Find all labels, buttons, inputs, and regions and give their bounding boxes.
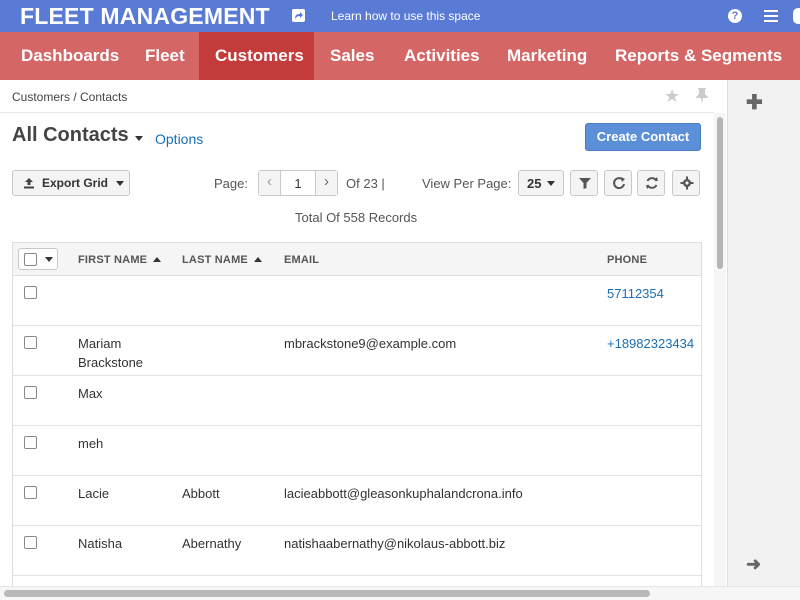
horizontal-scrollbar[interactable] — [0, 586, 800, 600]
last-name-cell: Abernathy — [182, 536, 242, 551]
export-grid-label: Export Grid — [42, 176, 109, 190]
pin-icon[interactable] — [695, 87, 709, 105]
arrow-right-icon[interactable]: ➜ — [746, 554, 761, 575]
page-title[interactable]: All Contacts — [12, 124, 129, 147]
grid-header: FIRST NAME LAST NAME EMAIL PHONE — [13, 243, 701, 276]
email-cell: natishaabernathy@nikolaus-abbott.biz — [284, 536, 506, 551]
column-header-phone[interactable]: PHONE — [607, 254, 647, 266]
total-records: Total Of 558 Records — [295, 210, 418, 225]
nav-item-dashboards[interactable]: Dashboards — [5, 32, 135, 80]
nav-item-activities[interactable]: Activities — [388, 32, 496, 80]
prev-page-button[interactable]: ‹ — [259, 171, 281, 195]
vertical-scrollbar[interactable] — [714, 113, 726, 590]
first-name-cell: Natisha — [78, 536, 123, 551]
row-checkbox[interactable] — [24, 436, 37, 449]
column-label: LAST NAME — [182, 254, 248, 266]
nav-item-fleet[interactable]: Fleet — [129, 32, 201, 80]
email-cell: lacieabbott@gleasonkuphalandcrona.info — [284, 486, 523, 501]
table-row[interactable]: Lacie Abbott lacieabbott@gleasonkuphalan… — [13, 476, 701, 526]
top-header: FLEET MANAGEMENT Learn how to use this s… — [0, 0, 800, 32]
star-icon[interactable]: ★ — [664, 86, 680, 107]
table-row[interactable]: Natisha Abernathy natishaabernathy@nikol… — [13, 526, 701, 576]
phone-link[interactable]: +18982323434 — [607, 334, 701, 353]
table-row[interactable] — [13, 576, 701, 586]
phone-link[interactable]: 57112354 — [607, 284, 701, 303]
filter-button[interactable] — [570, 170, 598, 196]
table-row[interactable]: Max — [13, 376, 701, 426]
page-label: Page: — [214, 176, 248, 191]
next-page-button[interactable]: › — [315, 171, 337, 195]
share-icon[interactable] — [292, 9, 305, 22]
vertical-scrollbar-thumb[interactable] — [717, 117, 723, 269]
plus-icon[interactable]: ✚ — [746, 90, 763, 115]
breadcrumb[interactable]: Customers / Contacts — [12, 90, 127, 104]
select-all-dropdown[interactable] — [18, 248, 58, 270]
chevron-down-icon[interactable] — [45, 257, 53, 262]
select-all-checkbox[interactable] — [24, 253, 37, 266]
per-page-select[interactable]: 25 — [518, 170, 564, 196]
sort-up-icon — [153, 257, 162, 262]
nav-item-sales[interactable]: Sales — [314, 32, 390, 80]
grid-settings-button[interactable] — [672, 170, 700, 196]
column-label: FIRST NAME — [78, 254, 148, 266]
view-per-page-label: View Per Page: — [422, 176, 512, 191]
header-divider — [0, 112, 714, 113]
export-grid-button[interactable]: Export Grid — [12, 170, 130, 196]
column-header-email[interactable]: EMAIL — [284, 254, 319, 266]
table-row[interactable]: 57112354 — [13, 276, 701, 326]
nav-item-customers[interactable]: Customers — [199, 32, 314, 80]
first-name-cell: Lacie — [78, 486, 110, 501]
refresh-button[interactable] — [604, 170, 632, 196]
row-checkbox[interactable] — [24, 336, 37, 349]
create-contact-button[interactable]: Create Contact — [585, 123, 701, 151]
chevron-down-icon[interactable] — [135, 136, 143, 141]
chevron-down-icon — [116, 181, 124, 186]
user-icon[interactable] — [793, 8, 800, 24]
upload-icon — [23, 177, 35, 189]
table-row[interactable]: Mariam Brackstone mbrackstone9@example.c… — [13, 326, 701, 376]
column-header-last-name[interactable]: LAST NAME — [182, 254, 262, 266]
email-cell: mbrackstone9@example.com — [284, 336, 457, 351]
nav-item-marketing[interactable]: Marketing — [491, 32, 603, 80]
row-checkbox[interactable] — [24, 386, 37, 399]
first-name-cell: Mariam Brackstone — [78, 336, 144, 370]
last-name-cell: Abbott — [182, 486, 220, 501]
contacts-grid: FIRST NAME LAST NAME EMAIL PHONE 5711235… — [12, 242, 702, 586]
side-panel: ✚ ➜ — [727, 80, 800, 590]
horizontal-scrollbar-thumb[interactable] — [4, 590, 650, 597]
help-icon[interactable]: ? — [728, 9, 742, 23]
page-count-label: Of 23 | — [346, 176, 385, 191]
nav-item-reports-segments[interactable]: Reports & Segments — [599, 32, 798, 80]
pager: ‹ › — [258, 170, 338, 196]
menu-icon[interactable] — [764, 10, 778, 22]
row-checkbox[interactable] — [24, 486, 37, 499]
row-checkbox[interactable] — [24, 536, 37, 549]
table-row[interactable]: meh — [13, 426, 701, 476]
sort-up-icon — [253, 257, 262, 262]
app-title[interactable]: FLEET MANAGEMENT — [20, 3, 270, 30]
chevron-down-icon — [547, 181, 555, 186]
reset-button[interactable] — [637, 170, 665, 196]
page-number-input[interactable] — [281, 171, 315, 195]
main-nav: Dashboards Fleet Customers Sales Activit… — [0, 32, 800, 80]
column-header-first-name[interactable]: FIRST NAME — [78, 254, 162, 266]
options-link[interactable]: Options — [155, 131, 203, 147]
first-name-cell: Max — [78, 386, 103, 401]
per-page-value: 25 — [527, 176, 542, 191]
learn-link[interactable]: Learn how to use this space — [331, 9, 480, 23]
first-name-cell: meh — [78, 436, 104, 451]
row-checkbox[interactable] — [24, 286, 37, 299]
